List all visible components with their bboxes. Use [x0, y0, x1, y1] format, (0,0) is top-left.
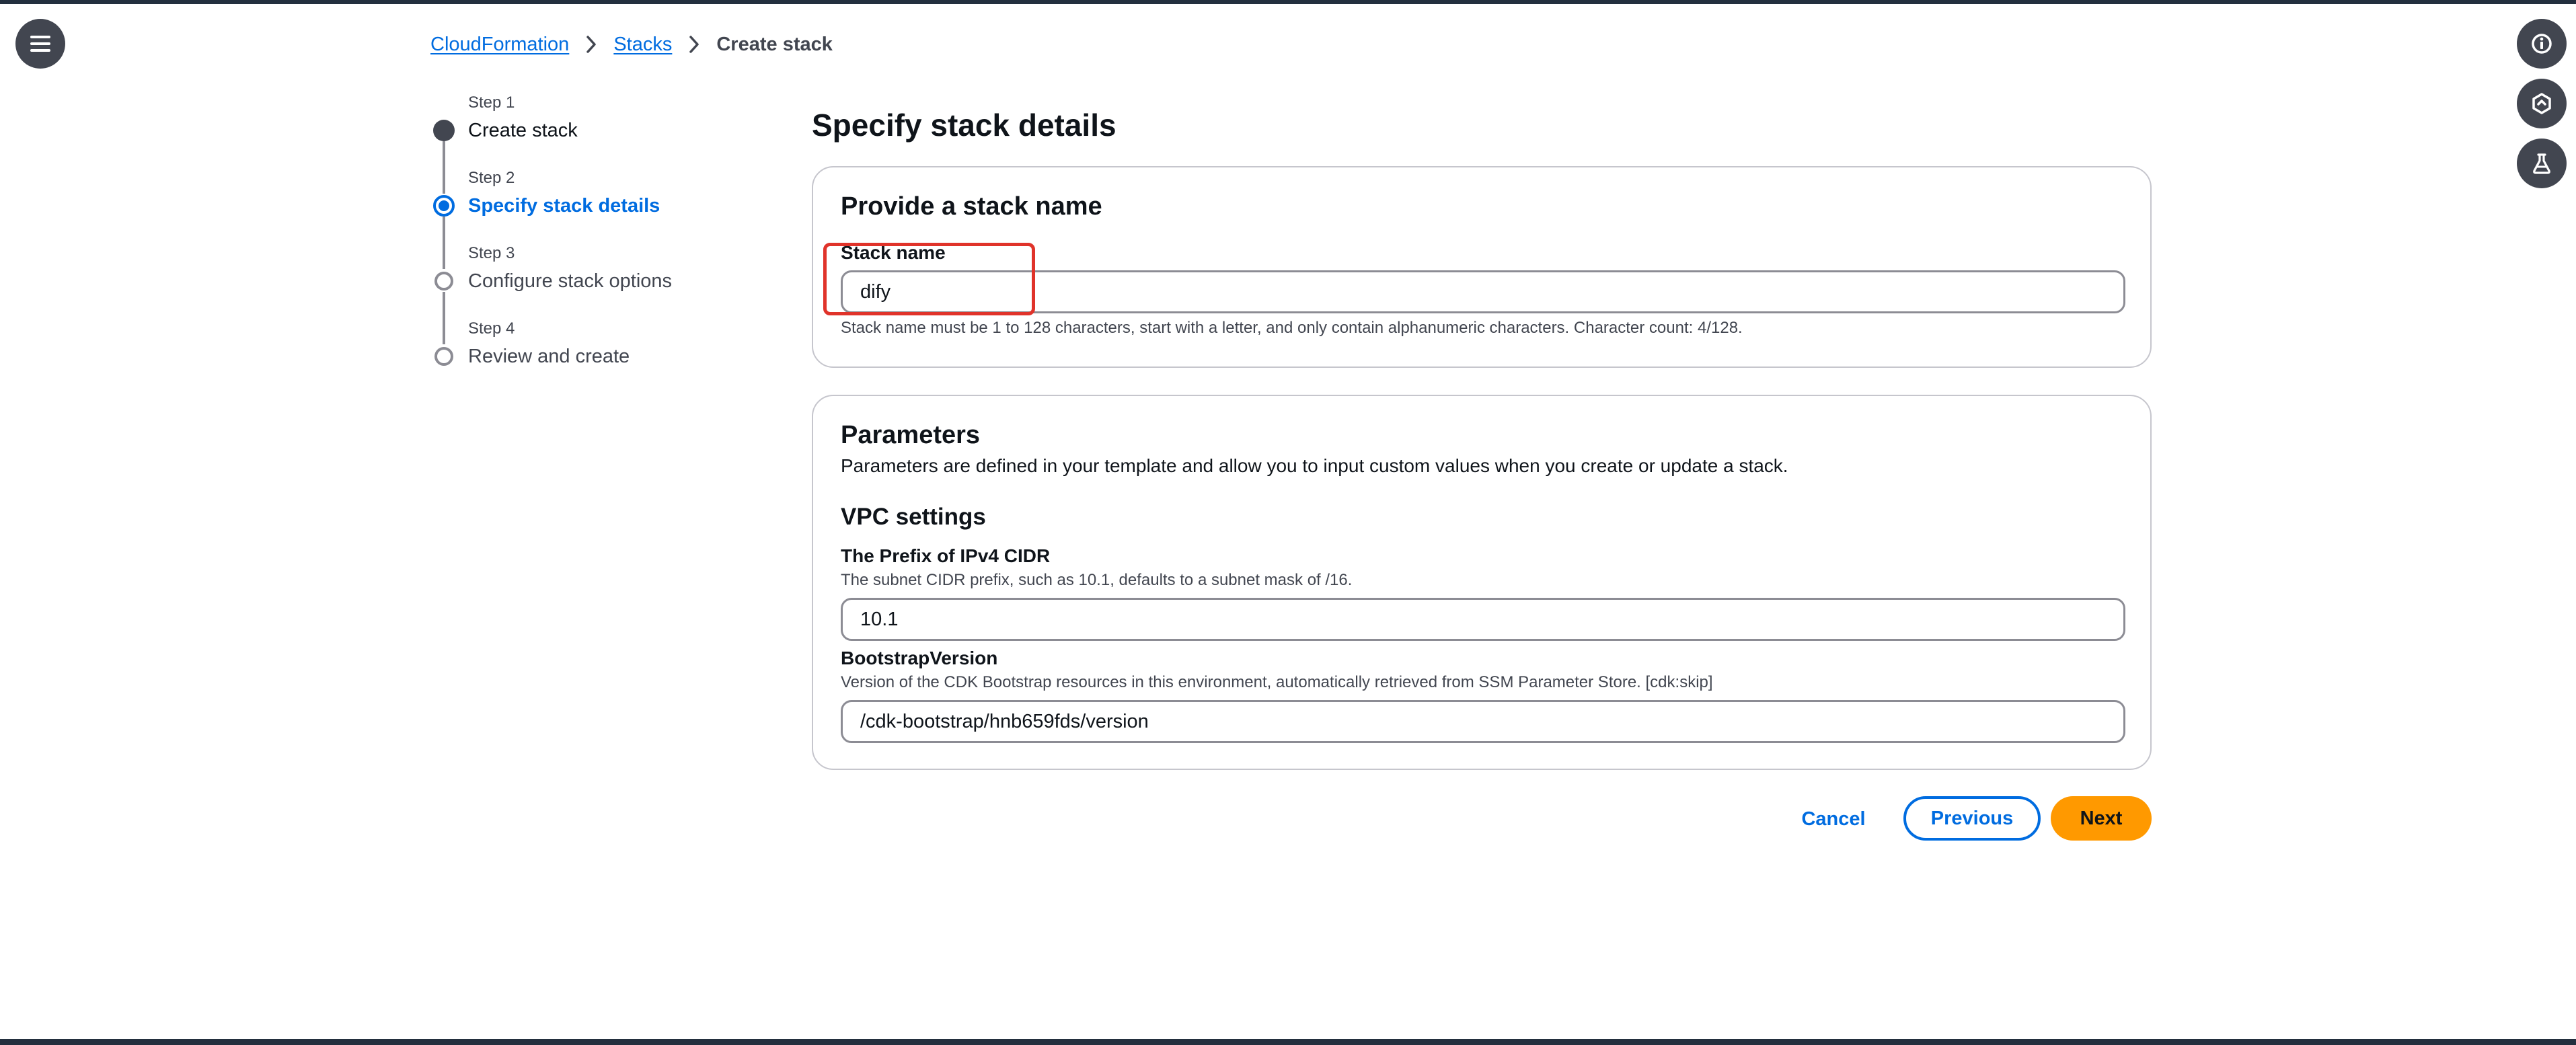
parameters-description: Parameters are defined in your template …: [841, 455, 1788, 476]
step-title: Review and create: [468, 346, 630, 367]
breadcrumb-current: Create stack: [716, 33, 833, 55]
parameters-panel: Parameters Parameters are defined in you…: [812, 395, 2152, 770]
hamburger-menu-icon: [29, 34, 52, 54]
feedback-icon: [2530, 92, 2553, 115]
stack-name-input[interactable]: [841, 270, 2125, 313]
vpc-settings-heading: VPC settings: [841, 504, 986, 530]
step-title: Configure stack options: [468, 270, 673, 292]
previous-button[interactable]: Previous: [1903, 796, 2041, 841]
breadcrumb-cloudformation-link[interactable]: CloudFormation: [430, 34, 569, 56]
step-connector-line: [443, 292, 445, 344]
stack-name-label: Stack name: [841, 242, 946, 263]
step-connector-line: [443, 217, 445, 269]
step-title: Create stack: [468, 120, 578, 141]
cancel-button[interactable]: Cancel: [1792, 797, 1875, 841]
menu-toggle-button[interactable]: [15, 19, 65, 69]
page-title: Specify stack details: [812, 108, 1116, 143]
step-upcoming-icon: [434, 272, 453, 291]
chevron-right-icon: [688, 34, 700, 54]
top-edge-bar: [0, 0, 2576, 4]
step-number: Step 1: [468, 93, 515, 112]
info-panel-button[interactable]: [2517, 19, 2567, 69]
step-number: Step 3: [468, 244, 515, 262]
labs-button[interactable]: [2517, 139, 2567, 188]
panel-heading: Provide a stack name: [841, 192, 1102, 221]
chevron-right-icon: [585, 34, 597, 54]
bootstrap-version-input[interactable]: [841, 700, 2125, 743]
step-connector-line: [443, 141, 445, 194]
lab-flask-icon: [2530, 152, 2553, 175]
breadcrumb-stacks-link[interactable]: Stacks: [613, 34, 672, 56]
breadcrumb: CloudFormation Stacks Create stack: [430, 30, 833, 59]
cidr-prefix-description: The subnet CIDR prefix, such as 10.1, de…: [841, 571, 1353, 589]
step-number: Step 4: [468, 319, 515, 338]
step-title: Specify stack details: [468, 195, 660, 217]
step-completed-icon: [433, 120, 455, 141]
panel-heading: Parameters: [841, 421, 981, 449]
step-upcoming-icon: [434, 347, 453, 366]
bottom-edge-bar: [0, 1039, 2576, 1045]
cidr-prefix-label: The Prefix of IPv4 CIDR: [841, 545, 1051, 566]
info-icon: [2530, 32, 2553, 55]
bootstrap-version-description: Version of the CDK Bootstrap resources i…: [841, 673, 1713, 691]
next-button[interactable]: Next: [2051, 796, 2152, 841]
stack-name-hint: Stack name must be 1 to 128 characters, …: [841, 319, 1743, 337]
step-number: Step 2: [468, 169, 515, 187]
bootstrap-version-label: BootstrapVersion: [841, 648, 998, 668]
stack-name-panel: Provide a stack name Stack name Stack na…: [812, 166, 2152, 368]
cidr-prefix-input[interactable]: [841, 598, 2125, 641]
feedback-button[interactable]: [2517, 79, 2567, 128]
step-current-icon: [433, 195, 455, 217]
